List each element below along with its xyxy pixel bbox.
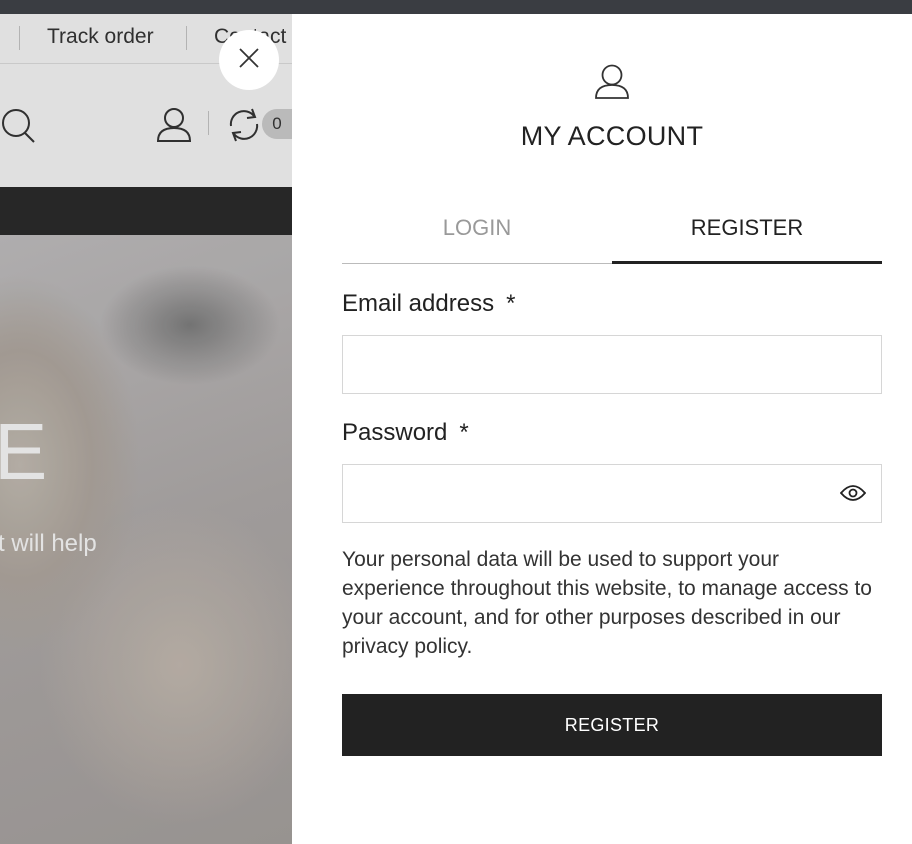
tab-login[interactable]: LOGIN	[342, 215, 612, 264]
close-button[interactable]	[219, 30, 279, 90]
email-label-text: Email address	[342, 290, 495, 317]
password-field[interactable]	[342, 464, 882, 523]
register-button[interactable]: REGISTER	[342, 694, 882, 756]
password-label: Password *	[342, 419, 469, 447]
background-page: Track order Contact 0 E t will help	[0, 14, 292, 844]
browser-top-bar	[0, 0, 912, 14]
password-label-text: Password	[342, 419, 448, 446]
eye-icon[interactable]	[839, 484, 867, 507]
user-icon	[594, 63, 630, 106]
email-label: Email address *	[342, 290, 515, 318]
account-title: MY ACCOUNT	[520, 121, 704, 151]
account-side-panel: MY ACCOUNT LOGIN REGISTER Email address *…	[292, 14, 912, 844]
close-icon	[238, 47, 260, 74]
required-mark: *	[506, 290, 516, 317]
tab-register[interactable]: REGISTER	[612, 215, 882, 264]
page-overlay[interactable]	[0, 14, 292, 844]
email-field[interactable]	[342, 335, 882, 394]
privacy-notice: Your personal data will be used to suppo…	[342, 548, 872, 658]
required-mark: *	[459, 419, 469, 446]
